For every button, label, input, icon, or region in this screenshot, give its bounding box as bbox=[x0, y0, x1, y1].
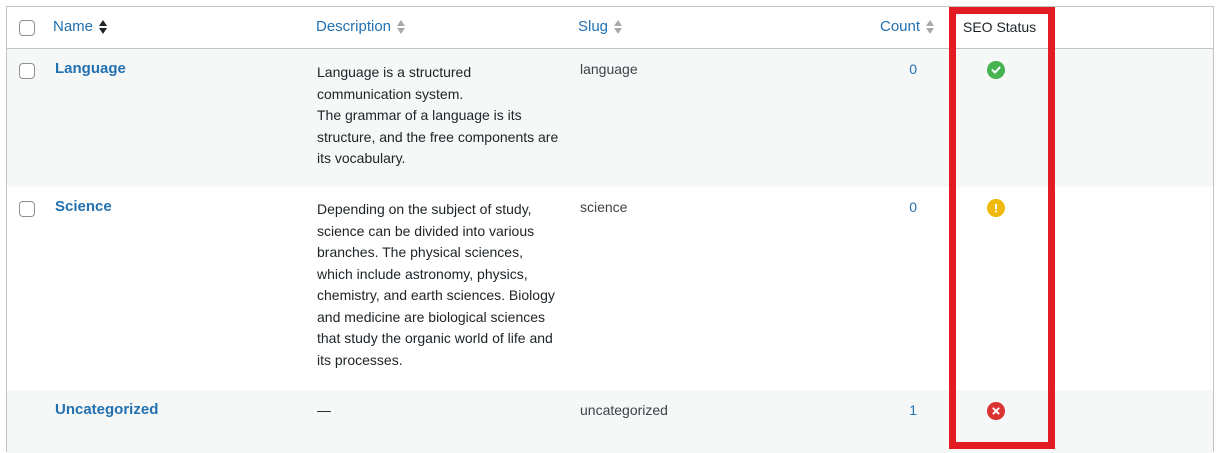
category-description: Depending on the subject of study, scien… bbox=[317, 199, 562, 371]
category-slug: uncategorized bbox=[580, 402, 668, 418]
column-header-slug[interactable]: Slug bbox=[578, 18, 623, 35]
categories-table: Name Description Slug Count SEO Status L… bbox=[6, 6, 1214, 453]
category-count-link[interactable]: 1 bbox=[909, 402, 917, 418]
category-name-link[interactable]: Language bbox=[55, 60, 126, 77]
category-slug: science bbox=[580, 199, 628, 215]
description-line: The grammar of a language is its structu… bbox=[317, 107, 559, 166]
description-line: — bbox=[317, 402, 331, 418]
category-count-link[interactable]: 0 bbox=[909, 61, 917, 77]
table-row: Language Language is a structured commun… bbox=[7, 49, 1213, 187]
check-circle-icon bbox=[987, 61, 1005, 79]
description-line: Depending on the subject of study, scien… bbox=[317, 201, 555, 368]
column-header-slug-label: Slug bbox=[578, 18, 609, 35]
x-circle-icon bbox=[987, 402, 1005, 420]
exclamation-circle-icon bbox=[987, 199, 1005, 217]
category-count-link[interactable]: 0 bbox=[909, 199, 917, 215]
column-header-count[interactable]: Count bbox=[880, 18, 935, 35]
category-name-link[interactable]: Uncategorized bbox=[55, 401, 158, 418]
column-header-count-label: Count bbox=[880, 18, 921, 35]
sort-icon bbox=[397, 19, 406, 34]
column-header-description[interactable]: Description bbox=[316, 18, 406, 35]
column-header-name[interactable]: Name bbox=[53, 18, 108, 35]
select-all-checkbox[interactable] bbox=[19, 20, 35, 36]
category-description: Language is a structured communication s… bbox=[317, 62, 562, 170]
column-header-description-label: Description bbox=[316, 18, 392, 35]
table-row: Science Depending on the subject of stud… bbox=[7, 187, 1213, 390]
table-header: Name Description Slug Count SEO Status bbox=[7, 7, 1213, 49]
column-header-name-label: Name bbox=[53, 18, 94, 35]
column-header-seo-status: SEO Status bbox=[963, 19, 1037, 35]
row-checkbox[interactable] bbox=[19, 63, 35, 79]
category-description: — bbox=[317, 400, 562, 422]
sort-icon bbox=[614, 19, 623, 34]
description-line: Language is a structured communication s… bbox=[317, 64, 472, 102]
category-name-link[interactable]: Science bbox=[55, 198, 112, 215]
row-checkbox[interactable] bbox=[19, 201, 35, 217]
table-row: Uncategorized — uncategorized 1 bbox=[7, 390, 1213, 453]
sort-icon bbox=[99, 19, 108, 34]
sort-icon bbox=[926, 19, 935, 34]
category-slug: language bbox=[580, 61, 638, 77]
